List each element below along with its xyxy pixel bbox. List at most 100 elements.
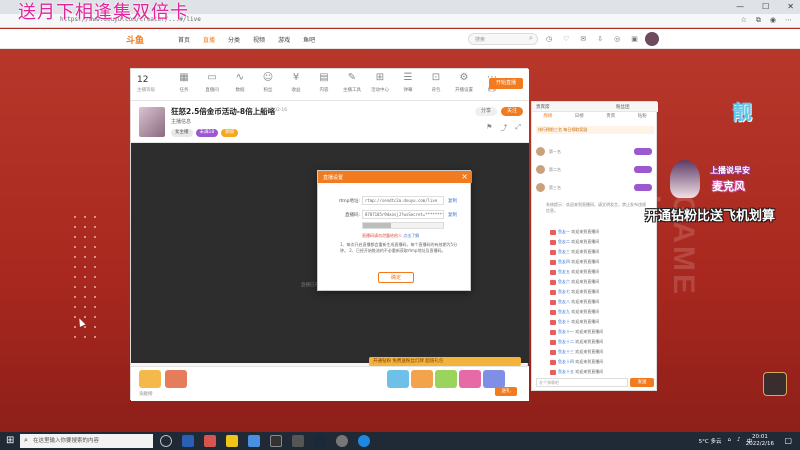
video-promo-bar[interactable]: 开通钻粉 免费送粉丝灯牌 超值礼包 [369, 357, 521, 366]
chat-line[interactable]: 鱼友十四 欢迎来到直播间 [550, 358, 656, 366]
copy-rtmp-button[interactable]: 复制 [448, 198, 457, 204]
toolbar-item[interactable]: ✎ 主播工具 [337, 72, 367, 93]
chat-line[interactable]: 鱼友六 欢迎来到直播间 [550, 278, 656, 286]
edge-icon[interactable] [358, 435, 370, 447]
chat-username[interactable]: 鱼友七 [558, 289, 570, 294]
toolbar-item[interactable]: ☺ 粉丝 [253, 72, 283, 93]
nav-forum[interactable]: 鱼吧 [303, 35, 315, 44]
obs-icon[interactable] [292, 435, 304, 447]
chat-username[interactable]: 鱼友十 [558, 319, 570, 324]
chat-app-icon[interactable] [248, 435, 260, 447]
chat-line[interactable]: 鱼友五 欢迎来到直播间 [550, 268, 656, 276]
chat-line[interactable]: 鱼友九 欢迎来到直播间 [550, 308, 656, 316]
chat-username[interactable]: 鱼友三 [558, 249, 570, 254]
chat-username[interactable]: 鱼友十四 [558, 359, 574, 364]
chat-username[interactable]: 鱼友四 [558, 259, 570, 264]
rank-row[interactable]: 第二名 [536, 164, 654, 176]
broadcast-icon[interactable]: ◎ [614, 35, 620, 44]
nav-game[interactable]: 游戏 [278, 35, 290, 44]
gift-item[interactable] [165, 370, 187, 388]
gift-item[interactable] [387, 370, 409, 388]
history-icon[interactable]: ◷ [546, 35, 552, 44]
windows-start-icon[interactable]: ⊞ [6, 436, 14, 446]
sidebar-title[interactable]: 贵宾席 [536, 104, 550, 110]
chat-username[interactable]: 鱼友九 [558, 309, 570, 314]
start-live-button[interactable]: 开始直播 [489, 78, 523, 89]
share-button[interactable]: 分享 [474, 107, 497, 116]
close-icon[interactable]: ✕ [787, 2, 794, 11]
nav-home[interactable]: 首页 [178, 35, 190, 44]
chat-line[interactable]: 鱼友八 欢迎来到直播间 [550, 298, 656, 306]
fullscreen-icon[interactable]: ⤢ [515, 123, 521, 133]
rtmp-address-field[interactable]: rtmp://sendtc3a.douyu.com/live [362, 196, 444, 205]
chat-line[interactable]: 鱼友三 欢迎来到直播间 [550, 248, 656, 256]
close-icon[interactable]: × [461, 172, 468, 182]
follow-icon[interactable]: ♡ [563, 35, 569, 44]
copy-key-button[interactable]: 复制 [448, 212, 457, 218]
share-icon[interactable]: ⤴ [500, 123, 507, 133]
message-icon[interactable]: ✉ [580, 35, 586, 44]
chat-username[interactable]: 鱼友十五 [558, 369, 574, 374]
search-icon[interactable]: ⌕ [529, 34, 533, 43]
explorer-icon[interactable] [182, 435, 194, 447]
rank-row[interactable]: 第三名 [536, 182, 654, 194]
weather-text[interactable]: 5°C 多云 [699, 437, 722, 445]
chat-line[interactable]: 鱼友十五 欢迎来到直播间 [550, 368, 656, 376]
toolbar-item[interactable]: ⊞ 活动中心 [365, 72, 395, 93]
toolbar-item[interactable]: ⚙ 开播设置 [449, 72, 479, 93]
chat-username[interactable]: 鱼友十二 [558, 339, 574, 344]
network-icon[interactable]: ⌂ [727, 437, 731, 445]
gift-item[interactable] [139, 370, 161, 388]
chat-line[interactable]: 鱼友十一 欢迎来到直播间 [550, 328, 656, 336]
chat-line[interactable]: 鱼友十三 欢迎来到直播间 [550, 348, 656, 356]
chat-input[interactable]: 发个弹幕吧 [536, 378, 628, 387]
menu-icon[interactable]: ⋯ [785, 16, 792, 25]
gift-item[interactable] [411, 370, 433, 388]
key-visibility-slider[interactable] [362, 222, 444, 229]
download-icon[interactable]: ⇩ [597, 35, 603, 44]
chat-username[interactable]: 鱼友二 [558, 239, 570, 244]
gift-item[interactable] [459, 370, 481, 388]
gift-item[interactable] [435, 370, 457, 388]
task-view-icon[interactable] [160, 435, 172, 447]
chat-line[interactable]: 鱼友四 欢迎来到直播间 [550, 258, 656, 266]
chat-line[interactable]: 鱼友十 欢迎来到直播间 [550, 318, 656, 326]
learn-more-link[interactable]: 点击了解 [403, 233, 419, 238]
gift-item[interactable] [483, 370, 505, 388]
nav-video[interactable]: 视频 [253, 35, 265, 44]
send-gift-button[interactable]: 送礼 [495, 387, 517, 396]
room-cover[interactable] [139, 107, 165, 137]
site-logo[interactable]: 斗鱼 [126, 33, 144, 46]
tab-week[interactable]: 周榜 [543, 113, 552, 123]
taskbar-clock[interactable]: 20:01 2022/2/16 [746, 434, 774, 448]
chat-line[interactable]: 鱼友七 欢迎来到直播间 [550, 288, 656, 296]
minimize-icon[interactable]: — [736, 2, 744, 11]
rank-banner[interactable]: 排行榜前三名 每日领取奖励 [536, 126, 654, 134]
stream-key-field[interactable]: 8787185r9dxosjJ?wsSecret=************ [362, 210, 444, 219]
profile-icon[interactable]: ◉ [770, 16, 776, 25]
toolbar-item[interactable]: ¥ 收益 [281, 72, 311, 93]
steam-icon[interactable] [314, 435, 326, 447]
app-icon[interactable] [204, 435, 216, 447]
nav-category[interactable]: 分类 [228, 35, 240, 44]
toolbar-item[interactable]: ▦ 任务 [169, 72, 199, 93]
taskbar-search[interactable]: 在这里输入你要搜索的内容 [20, 434, 153, 448]
maximize-icon[interactable]: ☐ [762, 2, 769, 11]
chat-username[interactable]: 鱼友六 [558, 279, 570, 284]
toolbar-item[interactable]: ▭ 直播间 [197, 72, 227, 93]
rank-row[interactable]: 第一名 [536, 146, 654, 158]
toolbar-item[interactable]: ☰ 弹幕 [393, 72, 423, 93]
toolbar-item[interactable]: ∿ 数据 [225, 72, 255, 93]
capcut-icon[interactable] [270, 435, 282, 447]
chat-send-button[interactable]: 发送 [630, 378, 654, 387]
report-icon[interactable]: ⚑ [486, 123, 492, 133]
extension-icon[interactable]: ⧉ [756, 16, 761, 25]
chat-line[interactable]: 鱼友一 欢迎来到直播间 [550, 228, 656, 236]
chat-username[interactable]: 鱼友五 [558, 269, 570, 274]
chat-username[interactable]: 鱼友一 [558, 229, 570, 234]
chat-username[interactable]: 鱼友八 [558, 299, 570, 304]
tab-day[interactable]: 日榜 [575, 113, 584, 123]
chat-username[interactable]: 鱼友十一 [558, 329, 574, 334]
tab-vip[interactable]: 贵宾 [606, 113, 615, 123]
sidebar-title-fans[interactable]: 粉丝团 [616, 104, 630, 110]
